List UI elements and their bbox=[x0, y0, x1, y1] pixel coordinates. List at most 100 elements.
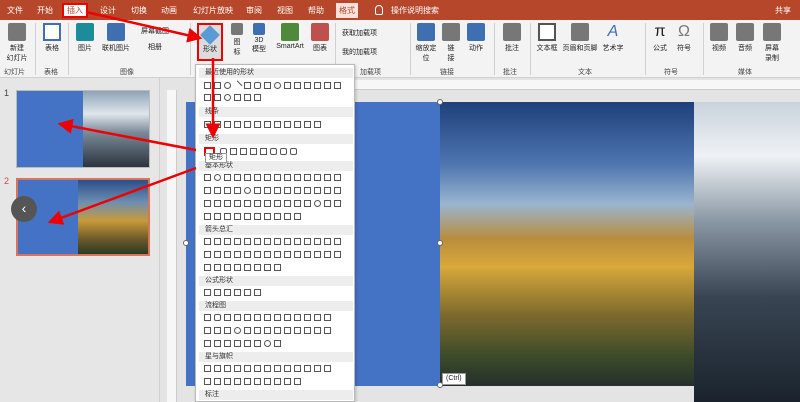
table-button[interactable]: 表格 bbox=[40, 23, 64, 53]
shape[interactable] bbox=[234, 213, 241, 220]
arrow-shape[interactable] bbox=[204, 264, 211, 271]
shape[interactable] bbox=[314, 82, 321, 89]
shape[interactable] bbox=[324, 174, 331, 181]
tell-me-search[interactable]: 操作说明搜索 bbox=[388, 3, 442, 18]
tab-file[interactable]: 文件 bbox=[4, 3, 26, 18]
arrow-shape[interactable] bbox=[204, 238, 211, 245]
shape[interactable] bbox=[234, 187, 241, 194]
arrow-shape[interactable] bbox=[264, 251, 271, 258]
comment-button[interactable]: 批注 bbox=[500, 23, 524, 53]
flowchart-shape[interactable] bbox=[294, 314, 301, 321]
connector-shape[interactable] bbox=[244, 121, 251, 128]
shape[interactable] bbox=[204, 174, 211, 181]
shape[interactable] bbox=[254, 94, 261, 101]
shape[interactable] bbox=[214, 213, 221, 220]
mountain-picture-right[interactable] bbox=[694, 102, 800, 402]
round-rectangle-shape[interactable] bbox=[280, 148, 287, 155]
shape[interactable] bbox=[304, 174, 311, 181]
arrow-shape[interactable] bbox=[284, 238, 291, 245]
flowchart-shape[interactable] bbox=[264, 327, 271, 334]
flowchart-shape[interactable] bbox=[254, 327, 261, 334]
shape[interactable] bbox=[264, 200, 271, 207]
arrow-shape[interactable] bbox=[244, 264, 251, 271]
shape[interactable] bbox=[304, 82, 311, 89]
flowchart-shape[interactable] bbox=[304, 327, 311, 334]
flowchart-shape[interactable] bbox=[294, 327, 301, 334]
shape[interactable] bbox=[214, 94, 221, 101]
shape[interactable] bbox=[224, 187, 231, 194]
flowchart-shape[interactable] bbox=[224, 314, 231, 321]
shape[interactable] bbox=[264, 174, 271, 181]
arrow-shape[interactable] bbox=[214, 238, 221, 245]
online-pictures-button[interactable]: 联机图片 bbox=[98, 23, 134, 53]
flowchart-shape[interactable] bbox=[274, 327, 281, 334]
square-shape[interactable] bbox=[264, 82, 271, 89]
star-shape[interactable] bbox=[244, 365, 251, 372]
snip-rectangle-shape[interactable] bbox=[250, 148, 257, 155]
arrow-shape[interactable] bbox=[304, 238, 311, 245]
pictures-button[interactable]: 图片 bbox=[72, 23, 98, 53]
link-button[interactable]: 链 接 bbox=[441, 23, 461, 63]
flowchart-shape[interactable] bbox=[214, 327, 221, 334]
flowchart-shape[interactable] bbox=[204, 340, 211, 347]
flowchart-shape[interactable] bbox=[244, 314, 251, 321]
banner-shape[interactable] bbox=[254, 378, 261, 385]
shape[interactable] bbox=[214, 174, 221, 181]
shape[interactable] bbox=[334, 200, 341, 207]
shape[interactable] bbox=[254, 200, 261, 207]
my-addins-button[interactable]: 我的加载项 bbox=[342, 47, 398, 57]
star-shape[interactable] bbox=[214, 365, 221, 372]
shape[interactable] bbox=[224, 94, 231, 101]
shape[interactable] bbox=[254, 174, 261, 181]
tab-review[interactable]: 审阅 bbox=[243, 3, 265, 18]
arrow-shape[interactable] bbox=[254, 251, 261, 258]
screen-recording-button[interactable]: 屏幕 录制 bbox=[760, 23, 784, 63]
snip-rectangle-shape[interactable] bbox=[260, 148, 267, 155]
shape[interactable] bbox=[294, 200, 301, 207]
shape[interactable] bbox=[314, 187, 321, 194]
shape[interactable] bbox=[294, 187, 301, 194]
oval-shape[interactable] bbox=[224, 82, 231, 89]
audio-button[interactable]: 音频 bbox=[734, 23, 756, 53]
equal-shape[interactable] bbox=[244, 289, 251, 296]
flowchart-shape[interactable] bbox=[264, 314, 271, 321]
chart-button[interactable]: 图表 bbox=[310, 23, 330, 53]
header-footer-button[interactable]: 页眉和页脚 bbox=[561, 23, 599, 53]
star-shape[interactable] bbox=[314, 365, 321, 372]
round-rectangle-shape[interactable] bbox=[270, 148, 277, 155]
flowchart-shape[interactable] bbox=[304, 314, 311, 321]
3d-models-button[interactable]: 3D 模型 bbox=[250, 23, 268, 54]
arrow-shape[interactable] bbox=[264, 238, 271, 245]
shape[interactable] bbox=[244, 200, 251, 207]
slide-thumbnail-2[interactable] bbox=[16, 178, 150, 256]
arrow-line-shape[interactable] bbox=[214, 121, 221, 128]
arrow-shape[interactable] bbox=[274, 238, 281, 245]
arrow-shape[interactable] bbox=[214, 251, 221, 258]
arrow-shape[interactable] bbox=[334, 238, 341, 245]
curve-shape[interactable] bbox=[284, 121, 291, 128]
star-shape[interactable] bbox=[304, 365, 311, 372]
flowchart-shape[interactable] bbox=[234, 314, 241, 321]
banner-shape[interactable] bbox=[294, 378, 301, 385]
freeform-shape[interactable] bbox=[304, 121, 311, 128]
arrow-shape[interactable] bbox=[304, 251, 311, 258]
banner-shape[interactable] bbox=[284, 378, 291, 385]
shape[interactable] bbox=[324, 187, 331, 194]
flowchart-shape[interactable] bbox=[234, 327, 241, 334]
screenshot-button[interactable]: 屏幕截图 bbox=[136, 26, 174, 36]
arrow-shape[interactable] bbox=[234, 264, 241, 271]
arrow-shape[interactable] bbox=[314, 251, 321, 258]
flowchart-shape[interactable] bbox=[204, 327, 211, 334]
shape[interactable] bbox=[294, 82, 301, 89]
tab-home[interactable]: 开始 bbox=[34, 3, 56, 18]
shape[interactable] bbox=[284, 174, 291, 181]
minus-shape[interactable] bbox=[214, 289, 221, 296]
shape[interactable] bbox=[214, 200, 221, 207]
tab-help[interactable]: 帮助 bbox=[305, 3, 327, 18]
shape[interactable] bbox=[204, 187, 211, 194]
tab-insert[interactable]: 插入 bbox=[62, 3, 88, 18]
star-shape[interactable] bbox=[254, 365, 261, 372]
slide-thumbnail-1[interactable] bbox=[16, 90, 150, 168]
curve-shape[interactable] bbox=[294, 121, 301, 128]
divide-shape[interactable] bbox=[234, 289, 241, 296]
